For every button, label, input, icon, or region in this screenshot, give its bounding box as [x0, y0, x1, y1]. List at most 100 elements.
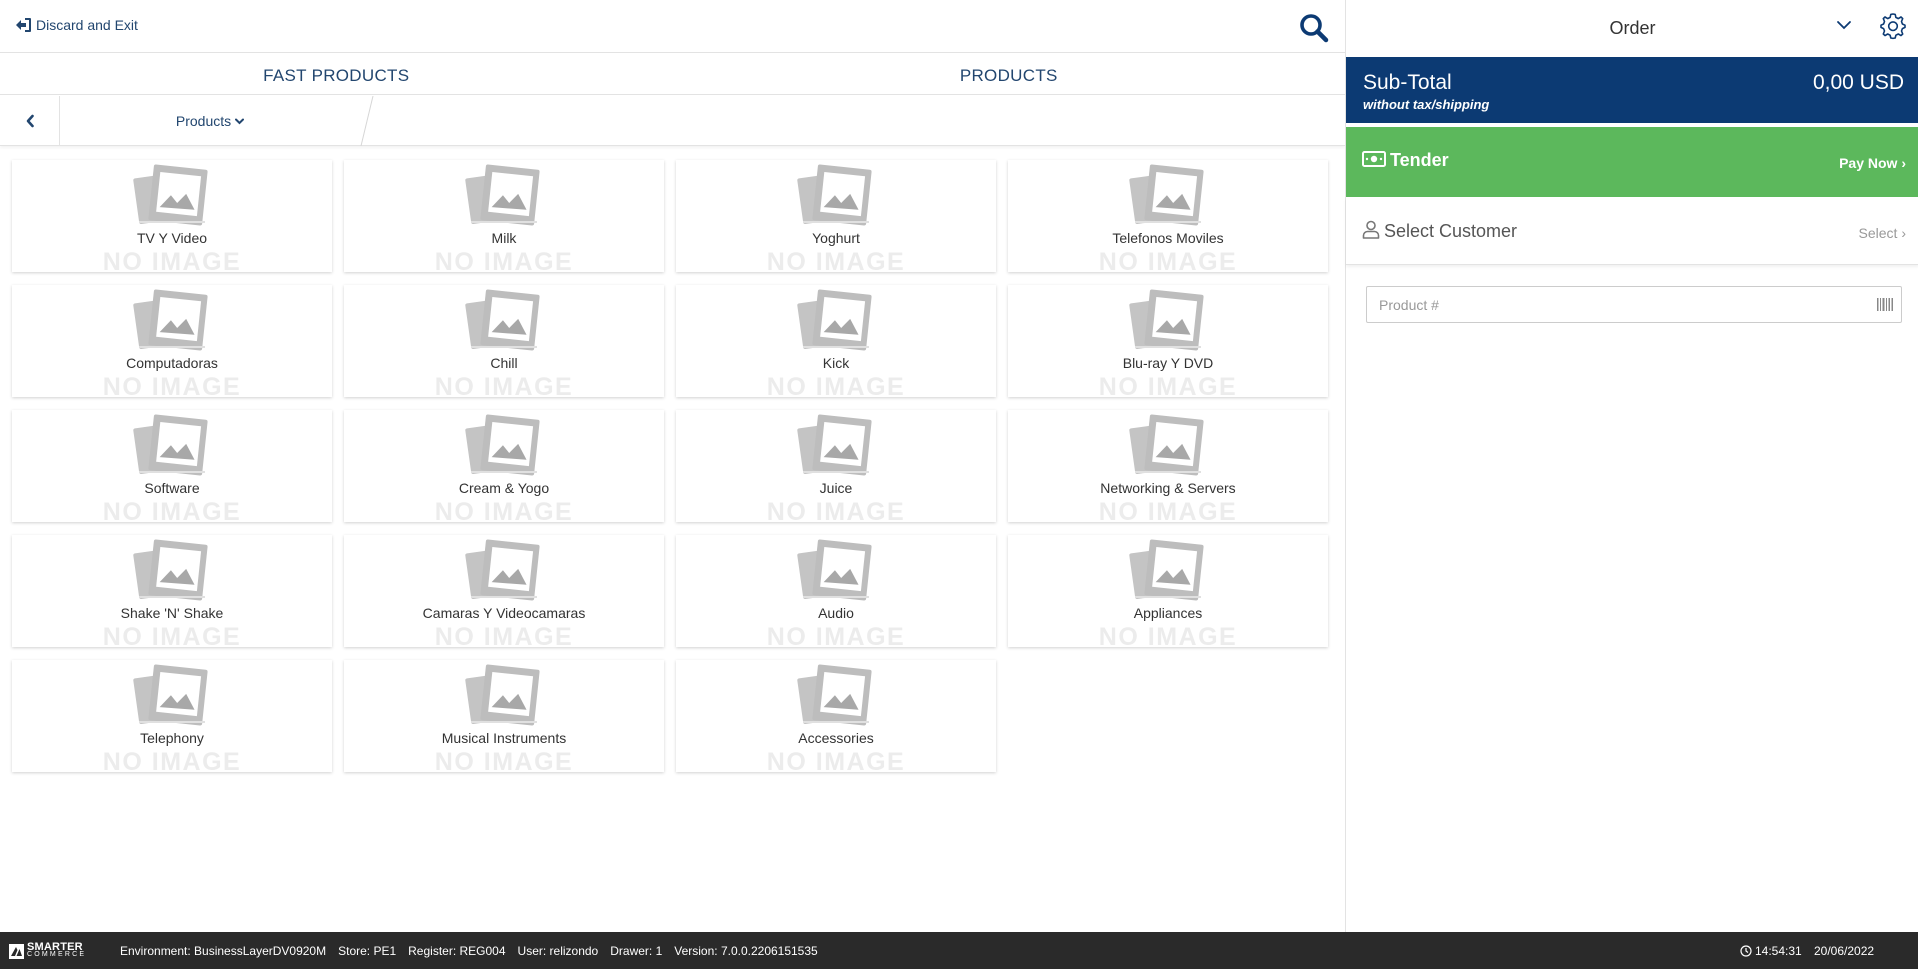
search-icon[interactable]	[1298, 12, 1330, 44]
breadcrumb-label: Products	[175, 113, 232, 129]
category-tile[interactable]: Shake 'N' Shake NO IMAGE	[12, 535, 332, 647]
user-info: User: relizondo	[517, 944, 599, 958]
no-image-watermark: NO IMAGE	[1098, 623, 1238, 647]
order-title: Order	[1609, 18, 1656, 38]
placeholder-image-icon	[465, 538, 543, 604]
category-tile[interactable]: Kick NO IMAGE	[676, 285, 996, 397]
no-image-watermark: NO IMAGE	[434, 373, 574, 397]
placeholder-image-icon	[133, 538, 211, 604]
category-tile[interactable]: Blu-ray Y DVD NO IMAGE	[1008, 285, 1328, 397]
discard-and-exit-button[interactable]: Discard and Exit	[15, 17, 138, 33]
no-image-watermark: NO IMAGE	[766, 248, 906, 272]
category-tile[interactable]: Audio NO IMAGE	[676, 535, 996, 647]
placeholder-image-icon	[1129, 288, 1207, 354]
placeholder-image-icon	[797, 413, 875, 479]
sign-out-icon	[16, 18, 31, 32]
tender-label: Tender	[1390, 150, 1449, 170]
placeholder-image-icon	[797, 288, 875, 354]
no-image-watermark: NO IMAGE	[766, 623, 906, 647]
category-tile[interactable]: Computadoras NO IMAGE	[12, 285, 332, 397]
category-tile[interactable]: Telefonos Moviles NO IMAGE	[1008, 160, 1328, 272]
subtotal-note: without tax/shipping	[1363, 97, 1490, 112]
no-image-watermark: NO IMAGE	[434, 498, 574, 522]
version-info: Version: 7.0.0.2206151535	[674, 944, 818, 958]
category-name: Yoghurt	[812, 230, 860, 246]
category-name: Musical Instruments	[441, 730, 567, 746]
category-name: Blu-ray Y DVD	[1122, 355, 1214, 371]
breadcrumb-products-dropdown[interactable]: Products	[60, 96, 360, 146]
placeholder-image-icon	[1129, 538, 1207, 604]
tender-button[interactable]: Tender Pay Now ›	[1346, 127, 1918, 197]
category-tile[interactable]: Milk NO IMAGE	[344, 160, 664, 272]
placeholder-image-icon	[133, 413, 211, 479]
status-bar: SMARTER COMMERCE Environment: BusinessLa…	[0, 932, 1918, 969]
chevron-down-icon	[235, 118, 245, 124]
breadcrumb: Products	[0, 96, 1345, 146]
chevron-down-icon[interactable]	[1835, 18, 1853, 32]
clock: 14:54:31	[1740, 944, 1802, 958]
smarter-commerce-logo: SMARTER COMMERCE	[9, 942, 86, 960]
product-tabs: FAST PRODUCTS PRODUCTS	[0, 54, 1345, 95]
no-image-watermark: NO IMAGE	[1098, 373, 1238, 397]
placeholder-image-icon	[797, 538, 875, 604]
no-image-watermark: NO IMAGE	[766, 373, 906, 397]
barcode-icon[interactable]	[1877, 298, 1893, 311]
user-icon	[1362, 220, 1380, 239]
store-info: Store: PE1	[338, 944, 397, 958]
product-browser-panel: Discard and Exit FAST PRODUCTS PRODUCTS …	[0, 0, 1345, 932]
product-number-input[interactable]	[1367, 287, 1847, 322]
no-image-watermark: NO IMAGE	[102, 248, 242, 272]
customer-select-link[interactable]: Select ›	[1859, 225, 1906, 241]
logo-line-2: COMMERCE	[27, 951, 87, 958]
category-grid: TV Y Video NO IMAGE Milk NO IMAGE Yoghurt NO …	[12, 160, 1334, 772]
placeholder-image-icon	[465, 413, 543, 479]
environment-info: Environment: BusinessLayerDV0920M	[120, 944, 327, 958]
no-image-watermark: NO IMAGE	[102, 748, 242, 772]
logo-text: SMARTER COMMERCE	[27, 942, 87, 959]
category-tile[interactable]: Appliances NO IMAGE	[1008, 535, 1328, 647]
placeholder-image-icon	[1129, 413, 1207, 479]
category-name: Appliances	[1133, 605, 1203, 621]
order-panel: Order Sub-Total without tax/shipping 0,0…	[1345, 0, 1918, 932]
category-tile[interactable]: Accessories NO IMAGE	[676, 660, 996, 772]
no-image-watermark: NO IMAGE	[1098, 248, 1238, 272]
category-tile[interactable]: Yoghurt NO IMAGE	[676, 160, 996, 272]
category-name: Audio	[818, 605, 854, 621]
category-name: TV Y Video	[136, 230, 208, 246]
placeholder-image-icon	[465, 663, 543, 729]
category-tile[interactable]: Chill NO IMAGE	[344, 285, 664, 397]
placeholder-image-icon	[133, 663, 211, 729]
gear-icon[interactable]	[1878, 11, 1908, 41]
category-name: Milk	[491, 230, 517, 246]
category-name: Chill	[490, 355, 518, 371]
category-tile[interactable]: Musical Instruments NO IMAGE	[344, 660, 664, 772]
category-tile[interactable]: Telephony NO IMAGE	[12, 660, 332, 772]
category-name: Juice	[819, 480, 853, 496]
placeholder-image-icon	[1129, 163, 1207, 229]
breadcrumb-separator	[360, 96, 374, 146]
clock-time: 14:54:31	[1755, 944, 1802, 958]
category-name: Computadoras	[126, 355, 218, 371]
category-tile[interactable]: Cream & Yogo NO IMAGE	[344, 410, 664, 522]
logo-mark	[9, 943, 24, 959]
chevron-right-icon: ›	[1901, 225, 1906, 241]
category-tile[interactable]: Networking & Servers NO IMAGE	[1008, 410, 1328, 522]
drawer-info: Drawer: 1	[610, 944, 663, 958]
category-tile[interactable]: Camaras Y Videocamaras NO IMAGE	[344, 535, 664, 647]
no-image-watermark: NO IMAGE	[766, 498, 906, 522]
select-customer-button[interactable]: Select Customer Select ›	[1346, 197, 1918, 265]
tab-fast-products[interactable]: FAST PRODUCTS	[0, 54, 673, 94]
pay-now-link[interactable]: Pay Now ›	[1839, 155, 1906, 171]
tab-products[interactable]: PRODUCTS	[673, 54, 1346, 94]
session-info: Environment: BusinessLayerDV0920M Store:…	[120, 944, 818, 958]
back-button[interactable]	[0, 96, 60, 146]
money-icon	[1362, 151, 1386, 167]
category-tile[interactable]: Software NO IMAGE	[12, 410, 332, 522]
category-tile[interactable]: Juice NO IMAGE	[676, 410, 996, 522]
pay-now-label: Pay Now	[1839, 155, 1898, 171]
placeholder-image-icon	[465, 163, 543, 229]
category-tile[interactable]: TV Y Video NO IMAGE	[12, 160, 332, 272]
no-image-watermark: NO IMAGE	[434, 248, 574, 272]
category-name: Telefonos Moviles	[1112, 230, 1224, 246]
clock-icon	[1740, 945, 1752, 957]
